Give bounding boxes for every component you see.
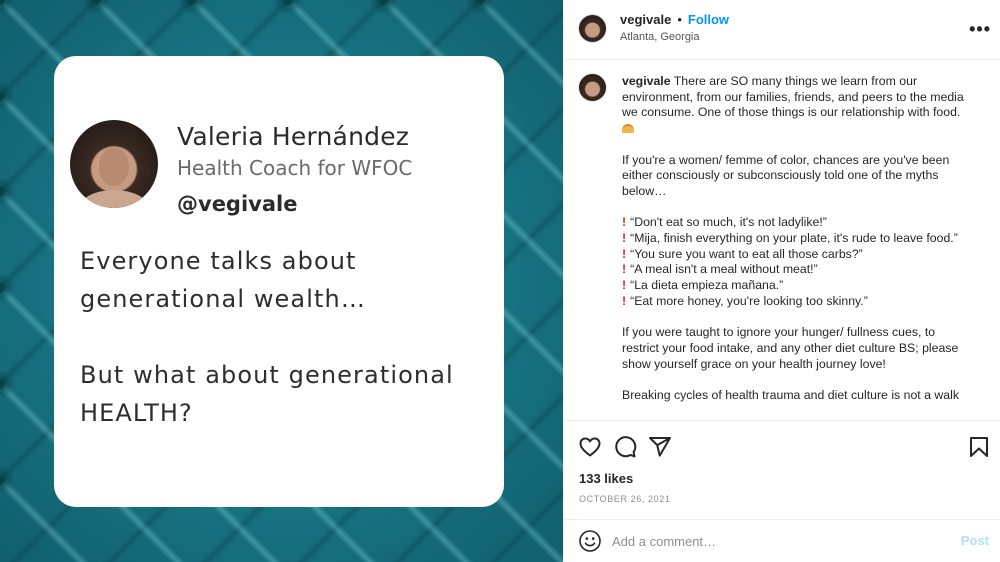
caption-paragraph-2: If you're a women/ femme of color, chanc… — [622, 152, 950, 198]
caption-separator: ⠀⠀⠀⠀⠀⠀⠀⠀⠀ — [622, 311, 693, 323]
author-photo — [70, 120, 158, 208]
myth-item: ! “Mija, finish everything on your plate,… — [622, 231, 958, 246]
post-date[interactable]: OCTOBER 26, 2021 — [579, 494, 670, 504]
likes-count[interactable]: 133 likes — [579, 471, 633, 486]
caption-separator: ⠀⠀⠀⠀⠀⠀⠀⠀⠀ — [622, 138, 693, 150]
caption-intro: There are SO many things we learn from o… — [622, 74, 964, 120]
card-author-handle: @vegivale — [177, 192, 298, 216]
caption-avatar[interactable] — [578, 73, 607, 102]
exclamation-icon: ! — [622, 215, 627, 230]
follow-button[interactable]: Follow — [688, 12, 729, 27]
more-options-icon[interactable]: ••• — [969, 19, 991, 40]
heart-icon[interactable] — [578, 435, 602, 459]
caption-paragraph-3: If you were taught to ignore your hunger… — [622, 325, 959, 371]
myth-item: ! “Don't eat so much, it's not ladylike!” — [622, 215, 827, 230]
exclamation-icon: ! — [622, 231, 627, 246]
post-location[interactable]: Atlanta, Georgia — [620, 31, 700, 43]
share-icon[interactable] — [648, 435, 672, 459]
emoji-icon[interactable] — [578, 529, 602, 553]
post-comment-button[interactable]: Post — [961, 533, 989, 548]
quote-card: Valeria Hernández Health Coach for WFOC … — [54, 56, 504, 507]
header-user-row: vegivale • Follow — [620, 12, 729, 27]
header-separator: • — [677, 12, 682, 27]
bookmark-icon[interactable] — [967, 435, 991, 459]
taco-icon — [622, 124, 634, 134]
post-caption: vegivale There are SO many things we lea… — [622, 74, 972, 404]
header-username[interactable]: vegivale — [620, 12, 671, 27]
exclamation-icon: ! — [622, 246, 627, 261]
card-quote-line-1: Everyone talks about generational wealth… — [80, 247, 366, 313]
caption-paragraph-4: Breaking cycles of health trauma and die… — [622, 388, 959, 403]
card-quote-line-2: But what about generational HEALTH? — [80, 361, 454, 427]
comment-bar: Post — [564, 519, 1000, 562]
post-header: vegivale • Follow Atlanta, Georgia ••• — [564, 0, 1000, 60]
exclamation-icon: ! — [622, 293, 627, 308]
exclamation-icon: ! — [622, 262, 627, 277]
myth-item: ! “A meal isn't a meal without meat!” — [622, 262, 818, 277]
comment-input[interactable] — [612, 530, 932, 552]
myth-item: ! “Eat more honey, you're looking too ski… — [622, 293, 868, 308]
myth-item: ! “You sure you want to eat all those car… — [622, 246, 863, 261]
comment-icon[interactable] — [613, 435, 637, 459]
card-author-name: Valeria Hernández — [177, 122, 410, 151]
caption-username[interactable]: vegivale — [622, 74, 671, 88]
caption-separator: ⠀⠀⠀⠀⠀⠀⠀⠀⠀ — [622, 374, 693, 386]
post-image[interactable]: Valeria Hernández Health Coach for WFOC … — [0, 0, 563, 562]
exclamation-icon: ! — [622, 278, 627, 293]
caption-separator: ⠀⠀⠀⠀⠀⠀⠀⠀⠀ — [622, 201, 693, 213]
caption-area[interactable]: vegivale There are SO many things we lea… — [564, 61, 1000, 419]
post-actions: 133 likes OCTOBER 26, 2021 — [564, 420, 1000, 520]
post-sidebar: vegivale • Follow Atlanta, Georgia ••• veg… — [563, 0, 1000, 562]
myth-item: ! “La dieta empieza mañana.” — [622, 278, 784, 293]
author-avatar[interactable] — [578, 14, 607, 43]
card-author-role: Health Coach for WFOC — [177, 156, 413, 180]
